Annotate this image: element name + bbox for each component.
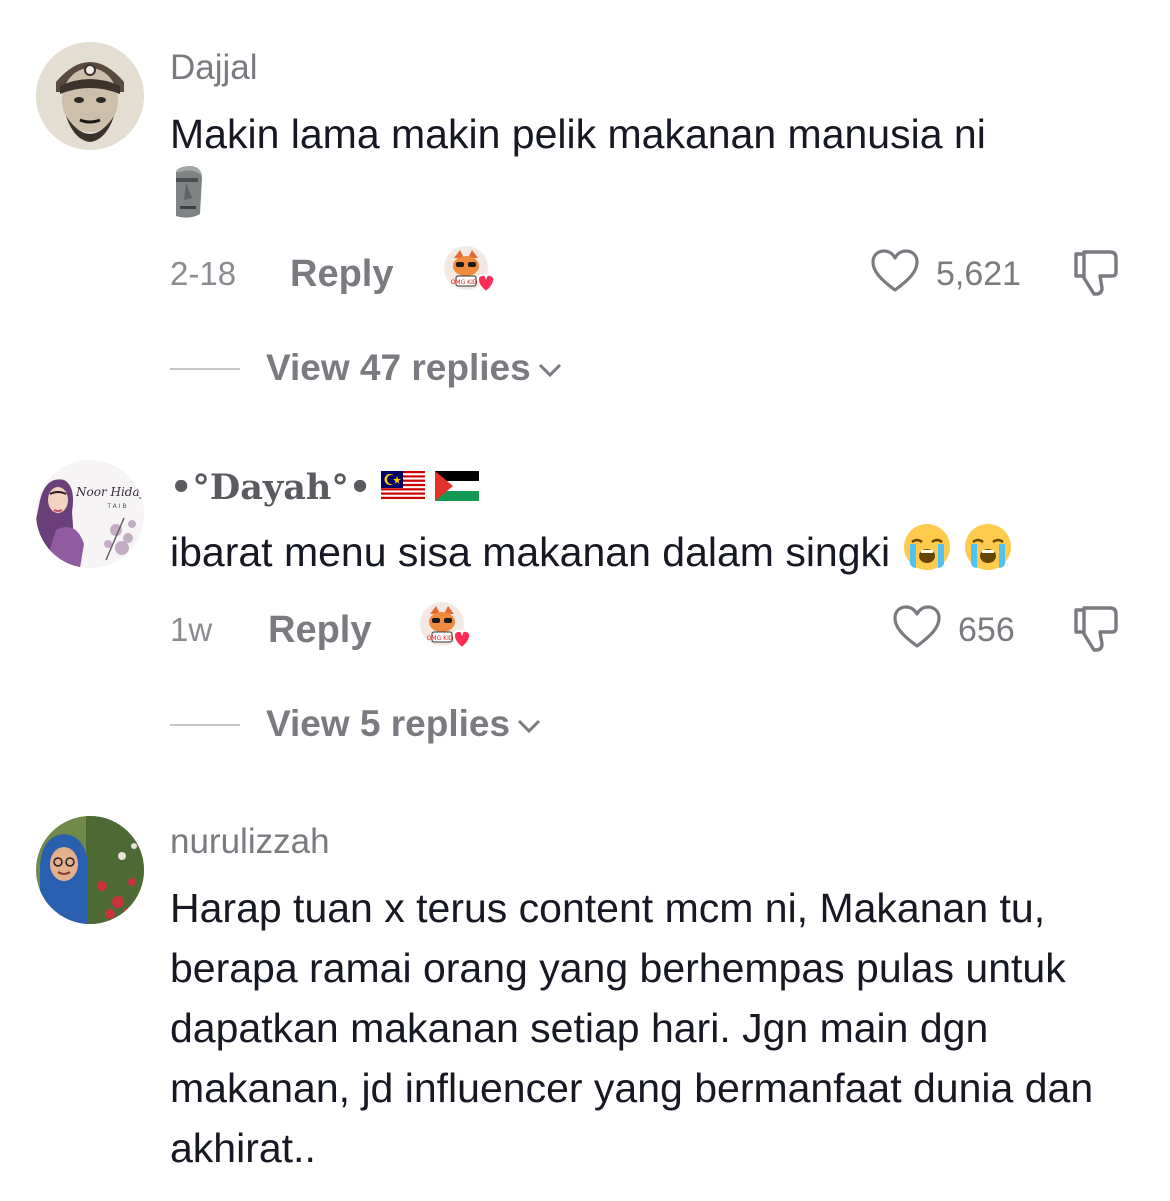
heart-icon	[893, 605, 941, 648]
svg-text:OMG KIDS: OMG KIDS	[451, 279, 482, 286]
comment-meta: 1w Reply OMG KIDS 656	[170, 600, 1130, 660]
like-count: 656	[958, 611, 1015, 649]
loudly-crying-face-icon	[963, 522, 1013, 588]
reply-button[interactable]: Reply	[268, 608, 371, 652]
thumbs-down-icon	[1074, 606, 1118, 652]
creator-liked-badge: OMG KIDS	[418, 600, 478, 656]
view-replies-label: View 5 replies	[266, 702, 542, 746]
avatar[interactable]	[36, 816, 144, 924]
username-text: •°Dayah°•	[170, 467, 372, 508]
comment-text: ibarat menu sisa makanan dalam singki	[170, 522, 1130, 588]
chevron-down-icon	[538, 364, 561, 378]
chevron-down-icon	[518, 720, 541, 734]
avatar-dayah-image: Noor Hidayah TAIB	[36, 460, 144, 568]
like-count: 5,621	[936, 255, 1022, 293]
comment-dayah: Noor Hidayah TAIB •°Dayah°•	[0, 410, 1170, 780]
comment-text: Makin lama makin pelik makanan manusia n…	[170, 104, 1130, 236]
view-replies-button[interactable]: View 47 replies	[170, 344, 590, 394]
dislike-button[interactable]	[1070, 248, 1122, 298]
heart-icon	[871, 249, 919, 292]
comment-date: 1w	[170, 611, 213, 648]
username[interactable]: •°Dayah°•	[170, 466, 479, 512]
dislike-button[interactable]	[1070, 604, 1122, 654]
comment-meta: 2-18 Reply OMG KIDS 5,621	[170, 244, 1130, 304]
like-button[interactable]: 5,621	[870, 248, 1030, 298]
svg-text:TAIB: TAIB	[106, 503, 128, 510]
palestine-flag-icon	[434, 468, 479, 512]
reply-button[interactable]: Reply	[290, 252, 393, 296]
replies-divider-line	[170, 724, 240, 726]
thumbs-down-icon	[1074, 250, 1118, 296]
comment-dajjal: Dajjal Makin lama makin pelik makanan ma…	[0, 0, 1170, 410]
view-replies-label: View 47 replies	[266, 346, 563, 390]
avatar-dajjal-image	[36, 42, 144, 150]
comment-nurulizzah: nurulizzah Harap tuan x terus content mc…	[0, 780, 1170, 1201]
moai-emoji	[170, 164, 206, 236]
comment-text-content: Makin lama makin pelik makanan manusia n…	[170, 111, 986, 157]
username[interactable]: Dajjal	[170, 46, 258, 90]
malaysia-flag-icon	[380, 468, 425, 512]
replies-divider-line	[170, 368, 240, 370]
loudly-crying-face-icon	[902, 522, 952, 588]
svg-text:Noor Hidayah: Noor Hidayah	[75, 485, 144, 499]
avatar[interactable]	[36, 42, 144, 150]
username[interactable]: nurulizzah	[170, 820, 330, 864]
avatar-nurulizzah-image	[36, 816, 144, 924]
creator-liked-badge: OMG KIDS	[442, 244, 502, 300]
view-replies-button[interactable]: View 5 replies	[170, 700, 570, 750]
like-button[interactable]: 656	[892, 604, 1032, 654]
comment-date: 2-18	[170, 255, 237, 292]
comment-text-content: ibarat menu sisa makanan dalam singki	[170, 529, 891, 575]
avatar[interactable]: Noor Hidayah TAIB	[36, 460, 144, 568]
svg-text:OMG KIDS: OMG KIDS	[427, 635, 458, 642]
comment-text: Harap tuan x terus content mcm ni, Makan…	[170, 885, 1094, 1171]
